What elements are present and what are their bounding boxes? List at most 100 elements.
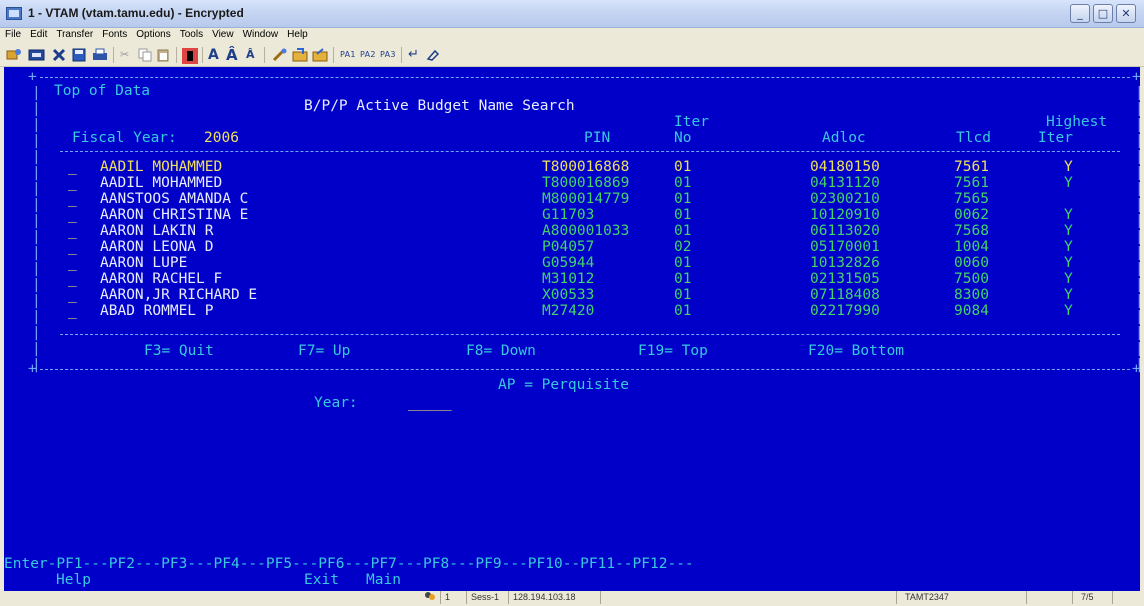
receive-file-icon[interactable] xyxy=(312,48,328,62)
pf1-help[interactable]: Help xyxy=(56,572,91,588)
ap-perquisite: AP = Perquisite xyxy=(498,377,629,393)
row-adloc: 02217990 xyxy=(810,303,880,319)
cut-icon[interactable]: ✂ xyxy=(120,48,129,62)
border-pipe-left: | xyxy=(32,325,41,341)
row-adloc: 10132826 xyxy=(810,255,880,271)
row-no: 01 xyxy=(674,271,692,287)
top-border xyxy=(40,77,1130,78)
pf4-main[interactable]: Main xyxy=(366,572,401,588)
fkey-bottom[interactable]: F20= Bottom xyxy=(808,343,904,359)
send-file-icon[interactable] xyxy=(292,48,308,62)
pa1-button[interactable]: PA1 xyxy=(340,48,356,62)
fkey-top[interactable]: F19= Top xyxy=(638,343,708,359)
row-select-field[interactable]: _ xyxy=(68,271,77,287)
status-blank-2 xyxy=(1026,591,1072,604)
row-pin: T800016868 xyxy=(542,159,630,175)
row-adloc: 10120910 xyxy=(810,207,880,223)
row-select-field[interactable]: _ xyxy=(68,255,77,271)
row-highest: Y xyxy=(1064,271,1073,287)
bottom-border-left: + xyxy=(28,361,37,377)
terminal-app-icon xyxy=(6,7,22,20)
year-input[interactable]: _____ xyxy=(408,395,452,411)
select-mode-icon[interactable] xyxy=(182,48,198,64)
menu-file[interactable]: File xyxy=(0,28,25,40)
row-pin: M800014779 xyxy=(542,191,630,207)
pa3-button[interactable]: PA3 xyxy=(380,48,396,62)
status-blank xyxy=(600,591,896,604)
terminal-screen[interactable]: + + | | | | | | | | | | | | | | | | | | | | | | | | | | | | | | | | | | | |… xyxy=(4,67,1140,591)
menu-window[interactable]: Window xyxy=(238,28,283,40)
fiscal-year-value[interactable]: 2006 xyxy=(204,130,239,146)
row-name: AARON,JR RICHARD E xyxy=(100,287,258,303)
row-select-field[interactable]: _ xyxy=(68,159,77,175)
tools-icon[interactable] xyxy=(272,48,288,62)
border-pipe-left: | xyxy=(32,293,41,309)
status-resize-grip xyxy=(1112,591,1144,604)
menu-view[interactable]: View xyxy=(207,28,238,40)
top-of-data: Top of Data xyxy=(54,83,151,99)
border-pipe-right: | xyxy=(1135,85,1140,101)
row-select-field[interactable]: _ xyxy=(68,191,77,207)
screen-title: B/P/P Active Budget Name Search xyxy=(304,98,575,114)
menu-help[interactable]: Help xyxy=(282,28,312,40)
row-select-field[interactable]: _ xyxy=(68,239,77,255)
title-bar: 1 - VTAM (vtam.tamu.edu) - Encrypted _ □… xyxy=(0,0,1144,28)
connect-icon[interactable] xyxy=(6,48,22,62)
row-select-field[interactable]: _ xyxy=(68,287,77,303)
fkey-up[interactable]: F7= Up xyxy=(298,343,350,359)
header-no: No xyxy=(674,130,692,146)
row-name: AADIL MOHAMMED xyxy=(100,175,223,191)
paste-icon[interactable] xyxy=(156,48,170,62)
border-pipe-left: | xyxy=(32,133,41,149)
menu-transfer[interactable]: Transfer xyxy=(51,28,97,40)
row-select-field[interactable]: _ xyxy=(68,303,77,319)
menu-tools[interactable]: Tools xyxy=(175,28,207,40)
row-adloc: 02131505 xyxy=(810,271,880,287)
border-pipe-right: | xyxy=(1135,133,1140,149)
font-smaller-icon[interactable]: Â xyxy=(246,48,255,62)
row-no: 02 xyxy=(674,239,692,255)
menu-fonts[interactable]: Fonts xyxy=(97,28,131,40)
row-name: AARON RACHEL F xyxy=(100,271,223,287)
pf3-exit[interactable]: Exit xyxy=(304,572,339,588)
status-cursor: 7/5 xyxy=(1072,591,1112,604)
border-pipe-left: | xyxy=(32,85,41,101)
font-normal-icon[interactable]: A xyxy=(208,48,219,62)
border-pipe-right: | xyxy=(1135,213,1140,229)
row-tlcd: 7561 xyxy=(954,159,989,175)
window-controls: _ □ ✕ xyxy=(1070,4,1136,23)
fkey-down[interactable]: F8= Down xyxy=(466,343,536,359)
save-icon[interactable] xyxy=(72,48,86,62)
row-no: 01 xyxy=(674,287,692,303)
border-pipe-left: | xyxy=(32,245,41,261)
row-select-field[interactable]: _ xyxy=(68,223,77,239)
row-select-field[interactable]: _ xyxy=(68,175,77,191)
erase-icon[interactable] xyxy=(426,48,440,62)
font-larger-icon[interactable]: Â xyxy=(226,48,238,63)
border-pipe-right: | xyxy=(1135,229,1140,245)
row-pin: G05944 xyxy=(542,255,595,271)
border-pipe-left: | xyxy=(32,213,41,229)
disconnect-icon[interactable] xyxy=(28,48,46,62)
row-select-field[interactable]: _ xyxy=(68,207,77,223)
row-tlcd: 7561 xyxy=(954,175,989,191)
row-no: 01 xyxy=(674,255,692,271)
row-pin: A800001033 xyxy=(542,223,630,239)
pa2-button[interactable]: PA2 xyxy=(360,48,376,62)
close-session-icon[interactable] xyxy=(52,48,66,62)
window-title: 1 - VTAM (vtam.tamu.edu) - Encrypted xyxy=(28,6,244,20)
menu-edit[interactable]: Edit xyxy=(25,28,51,40)
copy-icon[interactable] xyxy=(138,48,152,62)
enter-key-icon[interactable]: ↵ xyxy=(408,48,419,62)
minimize-button[interactable]: _ xyxy=(1070,4,1090,23)
fkey-quit[interactable]: F3= Quit xyxy=(144,343,214,359)
close-button[interactable]: ✕ xyxy=(1116,4,1136,23)
maximize-button[interactable]: □ xyxy=(1093,4,1113,23)
row-pin: T800016869 xyxy=(542,175,630,191)
pf-key-line: Enter-PF1---PF2---PF3---PF4---PF5---PF6-… xyxy=(4,556,694,572)
border-pipe-right: | xyxy=(1135,309,1140,325)
print-icon[interactable] xyxy=(92,48,108,62)
border-pipe-right: | xyxy=(1135,277,1140,293)
menu-options[interactable]: Options xyxy=(131,28,174,40)
row-name: AARON CHRISTINA E xyxy=(100,207,249,223)
